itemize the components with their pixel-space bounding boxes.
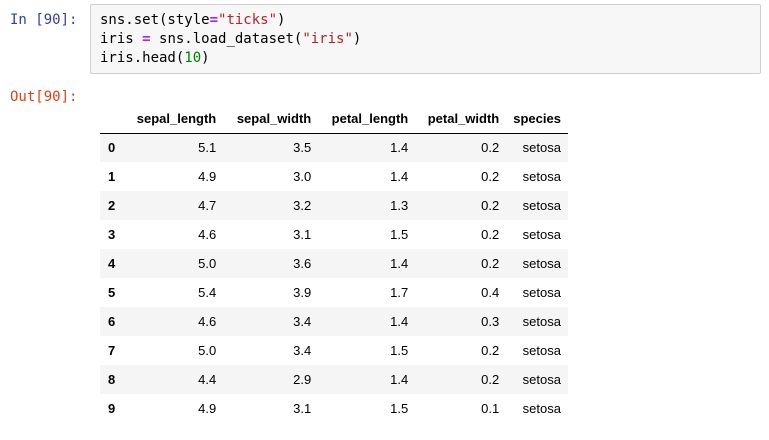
code-line-2: iris = sns.load_dataset("iris") [100,30,361,49]
cell-species: setosa [522,401,561,416]
code-token-string: "ticks" [218,12,278,28]
row-index: 2 [108,198,116,213]
column-header-petal-width: petal_width [415,104,507,134]
cell-petal-width: 0.2 [481,256,500,271]
column-header-sepal-length: sepal_length [122,104,224,134]
table-header-row: sepal_length sepal_width petal_length pe… [100,104,568,134]
cell-species: setosa [522,256,561,271]
row-index: 6 [108,314,116,329]
code-token-number: 10 [184,50,202,66]
cell-sepal-length: 4.4 [198,372,217,387]
cell-petal-width: 0.3 [481,314,500,329]
cell-petal-length: 1.5 [390,227,409,242]
table-row: 4 5.0 3.6 1.4 0.2 setosa [100,249,568,278]
cell-petal-length: 1.3 [390,198,409,213]
cell-sepal-width: 3.4 [293,343,312,358]
cell-sepal-width: 3.2 [293,198,312,213]
cell-sepal-length: 5.0 [198,343,217,358]
cell-sepal-length: 4.9 [198,169,217,184]
column-header-sepal-width: sepal_width [223,104,319,134]
row-index: 3 [108,227,116,242]
table-row: 9 4.9 3.1 1.5 0.1 setosa [100,394,568,423]
dataframe-table: sepal_length sepal_width petal_length pe… [100,104,568,423]
cell-petal-length: 1.4 [390,314,409,329]
input-prompt: In [90]: [10,12,78,28]
cell-petal-length: 1.7 [390,285,409,300]
cell-species: setosa [522,285,561,300]
table-row: 2 4.7 3.2 1.3 0.2 setosa [100,191,568,220]
cell-sepal-width: 3.1 [293,401,312,416]
code-token: iris.head( [100,50,185,66]
row-index: 9 [108,401,116,416]
table-row: 1 4.9 3.0 1.4 0.2 setosa [100,162,568,191]
code-line-3: iris.head(10) [100,49,361,68]
cell-species: setosa [522,314,561,329]
cell-sepal-width: 3.6 [293,256,312,271]
cell-petal-width: 0.1 [481,401,500,416]
code-token: iris [100,31,143,47]
cell-species: setosa [522,343,561,358]
row-index: 5 [108,285,116,300]
cell-species: setosa [522,140,561,156]
cell-petal-length: 1.4 [390,169,409,184]
code-line-1: sns.set(style="ticks") [100,11,361,30]
cell-sepal-width: 3.5 [293,140,312,156]
code-token: sns.set(style [100,12,210,28]
code-token: ) [352,31,362,47]
cell-sepal-width: 3.1 [293,227,312,242]
row-index: 4 [108,256,116,271]
cell-species: setosa [522,227,561,242]
cell-sepal-length: 4.9 [198,401,217,416]
cell-petal-length: 1.4 [390,140,409,156]
row-index: 0 [108,140,116,156]
table-row: 6 4.6 3.4 1.4 0.3 setosa [100,307,568,336]
output-prompt: Out[90]: [10,89,78,105]
cell-sepal-length: 4.7 [198,198,217,213]
row-index: 1 [108,169,116,184]
table-row: 3 4.6 3.1 1.5 0.2 setosa [100,220,568,249]
cell-sepal-length: 4.6 [198,314,217,329]
cell-sepal-length: 5.4 [198,285,217,300]
column-header-petal-length: petal_length [318,104,416,134]
cell-sepal-length: 5.0 [198,256,217,271]
table-row: 0 5.1 3.5 1.4 0.2 setosa [100,133,568,162]
cell-petal-length: 1.4 [390,256,409,271]
cell-petal-width: 0.2 [481,169,500,184]
table-row: 8 4.4 2.9 1.4 0.2 setosa [100,365,568,394]
code-token: ) [277,12,286,28]
cell-sepal-width: 3.4 [293,314,312,329]
cell-petal-length: 1.5 [390,343,409,358]
cell-petal-length: 1.4 [390,372,409,387]
code-token-operator: = [142,31,151,47]
cell-sepal-width: 3.0 [293,169,312,184]
cell-petal-width: 0.2 [481,140,500,156]
table-row: 7 5.0 3.4 1.5 0.2 setosa [100,336,568,365]
code-token-string: "iris" [302,31,353,47]
cell-sepal-length: 4.6 [198,227,217,242]
column-header-species: species [506,104,568,134]
code-token-operator: = [209,12,219,28]
cell-petal-width: 0.2 [481,343,500,358]
row-index: 8 [108,372,116,387]
code-input-area[interactable]: sns.set(style="ticks") iris = sns.load_d… [90,4,761,74]
cell-petal-length: 1.5 [390,401,409,416]
cell-petal-width: 0.2 [481,198,500,213]
cell-petal-width: 0.4 [481,285,500,300]
cell-species: setosa [522,372,561,387]
table-row: 5 5.4 3.9 1.7 0.4 setosa [100,278,568,307]
code-token: ) [201,50,210,66]
row-index: 7 [108,343,116,358]
cell-sepal-length: 5.1 [198,140,217,156]
column-header-index [100,104,123,134]
cell-petal-width: 0.2 [481,372,500,387]
cell-species: setosa [522,198,561,213]
cell-petal-width: 0.2 [481,227,500,242]
code-token: sns.load_dataset( [150,31,303,47]
cell-sepal-width: 3.9 [293,285,312,300]
code-editor[interactable]: sns.set(style="ticks") iris = sns.load_d… [100,11,361,68]
cell-sepal-width: 2.9 [293,372,312,387]
cell-species: setosa [522,169,561,184]
